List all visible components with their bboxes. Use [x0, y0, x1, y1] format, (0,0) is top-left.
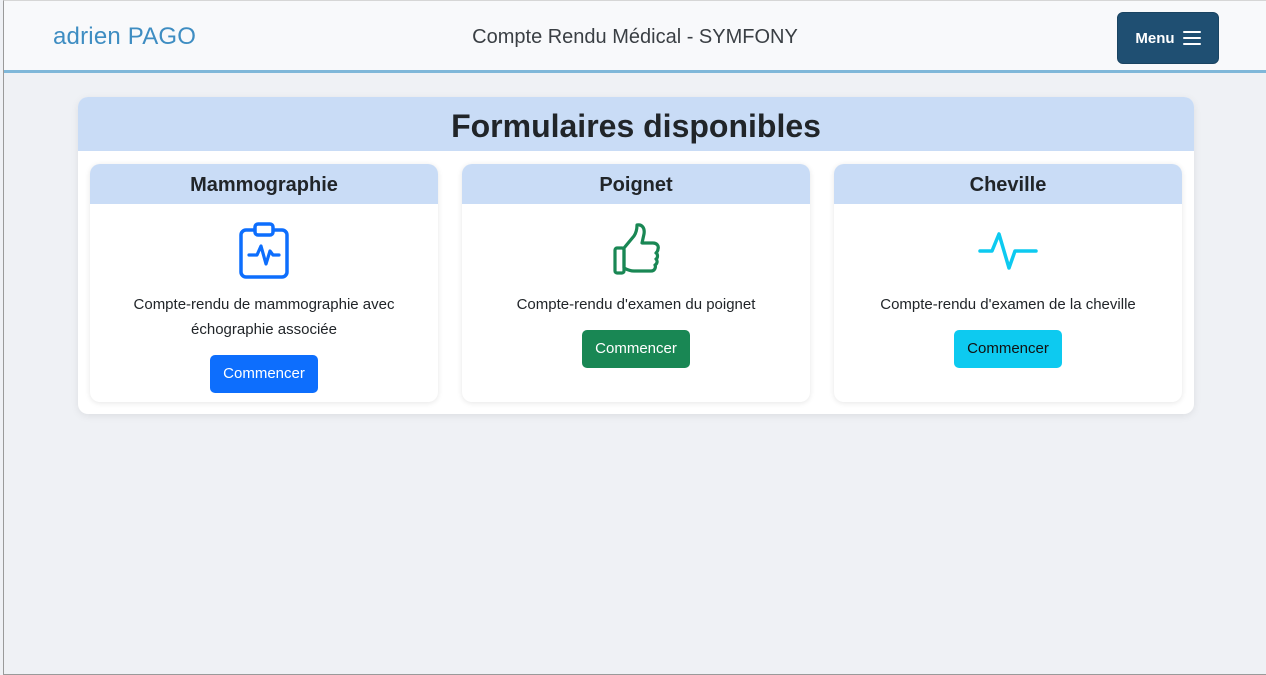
start-button-cheville[interactable]: Commencer	[954, 330, 1062, 368]
card-cheville: Cheville Compte-rendu d'examen de la che…	[834, 164, 1182, 402]
menu-button-label: Menu	[1135, 29, 1175, 47]
panel-title: Formulaires disponibles	[78, 97, 1194, 151]
card-description: Compte-rendu de mammographie avec échogr…	[133, 296, 395, 338]
browser-viewport: adrien PAGO Compte Rendu Médical - SYMFO…	[3, 0, 1266, 675]
hand-thumbs-up-icon	[462, 222, 810, 282]
form-cards: Mammographie Compte-rendu de mammographi…	[90, 164, 1182, 402]
start-button-poignet[interactable]: Commencer	[582, 330, 690, 368]
card-title: Poignet	[462, 164, 810, 204]
clipboard-pulse-icon	[90, 222, 438, 282]
start-button-mammographie[interactable]: Commencer	[210, 355, 318, 393]
menu-button[interactable]: Menu	[1117, 12, 1219, 64]
card-poignet: Poignet Compte-rendu d'examen du poignet…	[462, 164, 810, 402]
card-title: Mammographie	[90, 164, 438, 204]
card-mammographie: Mammographie Compte-rendu de mammographi…	[90, 164, 438, 402]
forms-panel: Formulaires disponibles Mammographie Com…	[78, 97, 1194, 414]
card-title: Cheville	[834, 164, 1182, 204]
card-description: Compte-rendu d'examen du poignet	[516, 296, 756, 313]
navbar: adrien PAGO Compte Rendu Médical - SYMFO…	[4, 1, 1266, 73]
activity-icon	[834, 222, 1182, 282]
card-description: Compte-rendu d'examen de la cheville	[880, 296, 1136, 313]
hamburger-icon	[1182, 30, 1201, 46]
page-title: Compte Rendu Médical - SYMFONY	[472, 26, 798, 48]
